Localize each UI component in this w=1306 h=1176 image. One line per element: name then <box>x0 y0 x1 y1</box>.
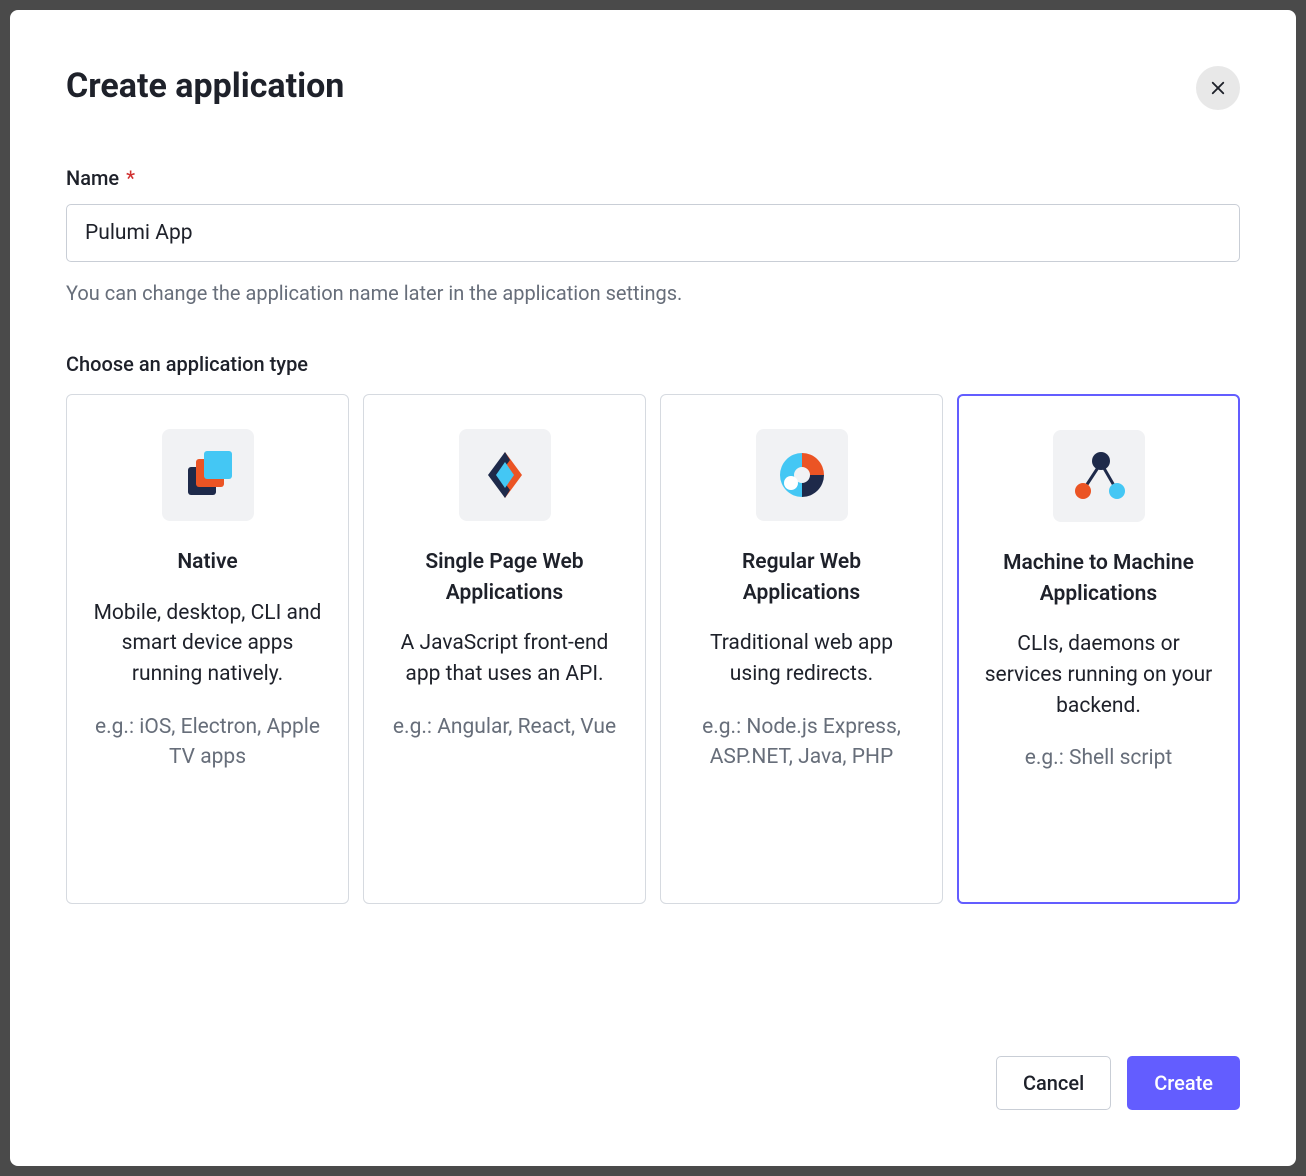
spa-icon <box>478 448 532 502</box>
spa-icon-wrap <box>459 429 551 521</box>
type-desc: CLIs, daemons or services running on you… <box>981 629 1216 721</box>
close-button[interactable] <box>1196 66 1240 110</box>
name-label-text: Name <box>66 166 119 190</box>
name-field-group: Name * You can change the application na… <box>66 166 1240 308</box>
type-title: Single Page Web Applications <box>386 547 623 608</box>
type-desc: A JavaScript front-end app that uses an … <box>386 628 623 689</box>
type-card-spa[interactable]: Single Page Web Applications A JavaScrip… <box>363 394 646 904</box>
create-application-modal: Create application Name * You can change… <box>10 10 1296 1166</box>
type-grid: Native Mobile, desktop, CLI and smart de… <box>66 394 1240 904</box>
native-icon <box>181 448 235 502</box>
required-asterisk: * <box>126 166 135 190</box>
type-desc: Mobile, desktop, CLI and smart device ap… <box>89 598 326 690</box>
close-icon <box>1209 79 1227 97</box>
type-example: e.g.: Node.js Express, ASP.NET, Java, PH… <box>683 712 920 773</box>
name-hint: You can change the application name late… <box>66 278 1240 308</box>
m2m-icon-wrap <box>1053 430 1145 522</box>
type-example: e.g.: iOS, Electron, Apple TV apps <box>89 712 326 773</box>
type-title: Regular Web Applications <box>683 547 920 608</box>
native-icon-wrap <box>162 429 254 521</box>
type-example: e.g.: Angular, React, Vue <box>393 712 616 743</box>
type-card-m2m[interactable]: Machine to Machine Applications CLIs, da… <box>957 394 1240 904</box>
type-section-label: Choose an application type <box>66 352 1240 376</box>
type-card-regular-web[interactable]: Regular Web Applications Traditional web… <box>660 394 943 904</box>
modal-footer: Cancel Create <box>66 1016 1240 1110</box>
name-label: Name * <box>66 166 1240 190</box>
modal-header: Create application <box>66 66 1240 110</box>
type-section: Choose an application type Native Mobile… <box>66 352 1240 904</box>
cancel-button[interactable]: Cancel <box>996 1056 1111 1110</box>
type-title: Machine to Machine Applications <box>981 548 1216 609</box>
create-button[interactable]: Create <box>1127 1056 1240 1110</box>
name-input[interactable] <box>66 204 1240 262</box>
type-example: e.g.: Shell script <box>1025 743 1173 774</box>
regular-web-icon <box>774 447 830 503</box>
m2m-icon <box>1070 449 1128 503</box>
type-title: Native <box>177 547 237 578</box>
type-desc: Traditional web app using redirects. <box>683 628 920 689</box>
regular-web-icon-wrap <box>756 429 848 521</box>
modal-title: Create application <box>66 66 344 106</box>
type-card-native[interactable]: Native Mobile, desktop, CLI and smart de… <box>66 394 349 904</box>
